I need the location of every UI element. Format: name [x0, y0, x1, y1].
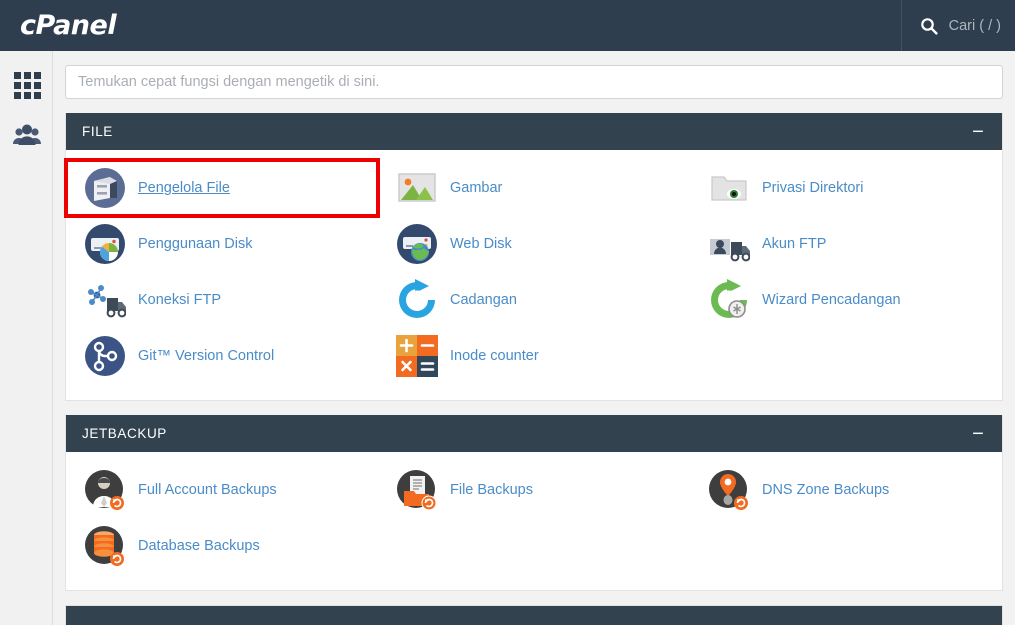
sidebar-item-apps[interactable]	[0, 60, 53, 110]
item-row: Koneksi FTP Cadangan Wizard Pencadangan	[66, 272, 1002, 328]
app-item-inode-counter[interactable]: Inode counter	[378, 328, 690, 384]
database-backup-icon	[84, 525, 126, 567]
item-row: Full Account Backups File Backups DNS Zone…	[66, 462, 1002, 518]
search-input[interactable]	[65, 65, 1003, 99]
panel-header[interactable]: JETBACKUP −	[66, 415, 1002, 452]
app-item-akun-ftp[interactable]: Akun FTP	[690, 216, 1002, 272]
app-item-label: Wizard Pencadangan	[761, 291, 901, 308]
app-item-koneksi-ftp[interactable]: Koneksi FTP	[66, 272, 378, 328]
panel-collapse-toggle[interactable]: −	[970, 424, 986, 444]
file-cabinet-icon	[84, 167, 126, 209]
app-item-database-backups[interactable]: Database Backups	[66, 518, 378, 574]
cpanel-logo[interactable]: cPanel	[20, 10, 117, 41]
git-branch-icon	[84, 335, 126, 377]
item-spacer	[690, 328, 1002, 384]
app-item-label: Penggunaan Disk	[138, 235, 253, 252]
app-item-web-disk[interactable]: Web Disk	[378, 216, 690, 272]
sidebar-item-user-manager[interactable]	[0, 110, 53, 160]
app-item-label: Pengelola File	[138, 179, 230, 196]
app-item-label: Akun FTP	[761, 235, 827, 252]
web-disk-icon	[396, 223, 438, 265]
app-item-wizard-pencadangan[interactable]: Wizard Pencadangan	[690, 272, 1002, 328]
top-header-bar: cPanel Cari ( / )	[0, 0, 1015, 51]
panel-header[interactable]: FILE −	[66, 113, 1002, 150]
disk-usage-icon	[84, 223, 126, 265]
app-item-label: File Backups	[449, 481, 533, 498]
panel-body: Pengelola File Gambar Privasi Direktori Pen…	[64, 150, 1002, 400]
app-item-cadangan[interactable]: Cadangan	[378, 272, 690, 328]
global-search-button[interactable]: Cari ( / )	[900, 0, 1015, 51]
item-spacer	[378, 518, 690, 574]
item-row: Git™ Version Control Inode counter	[66, 328, 1002, 384]
app-item-label: Gambar	[449, 179, 503, 196]
sections-host: FILE − Pengelola File Gambar Privasi Direkto…	[53, 113, 1015, 591]
users-icon	[12, 123, 42, 147]
global-search-label: Cari ( / )	[948, 17, 1001, 34]
app-item-label: Web Disk	[449, 235, 512, 252]
app-item-gambar[interactable]: Gambar	[378, 160, 690, 216]
app-item-label: DNS Zone Backups	[761, 481, 890, 498]
backup-wizard-icon	[708, 279, 750, 321]
app-item-label: Inode counter	[449, 347, 539, 364]
app-item-privasi-direktori[interactable]: Privasi Direktori	[690, 160, 1002, 216]
app-item-label: Cadangan	[449, 291, 517, 308]
calculator-icon	[395, 335, 438, 377]
grid-apps-icon	[13, 72, 41, 99]
app-item-label: Git™ Version Control	[138, 347, 275, 364]
panel-collapse-toggle[interactable]: −	[970, 122, 986, 142]
next-section-header-partial	[65, 605, 1003, 625]
panel-body: Full Account Backups File Backups DNS Zone…	[66, 452, 1002, 590]
panel-jetbackup: JETBACKUP − Full Account Backups File Backu…	[65, 415, 1003, 591]
app-item-label: Database Backups	[138, 537, 260, 554]
quick-search-wrapper	[53, 51, 1015, 99]
app-item-label: Koneksi FTP	[138, 291, 221, 308]
main-content-area: FILE − Pengelola File Gambar Privasi Direkto…	[53, 51, 1015, 625]
app-item-penggunaan-disk[interactable]: Penggunaan Disk	[66, 216, 378, 272]
image-icon	[396, 167, 438, 209]
app-item-git-version-control[interactable]: Git™ Version Control	[66, 328, 378, 384]
item-row: Penggunaan Disk Web Disk Akun FTP	[66, 216, 1002, 272]
item-row: Pengelola File Gambar Privasi Direktori	[64, 158, 1002, 218]
app-item-file-backups[interactable]: File Backups	[378, 462, 690, 518]
ftp-account-icon	[708, 223, 750, 265]
item-row: Database Backups	[66, 518, 1002, 574]
left-sidebar-rail	[0, 51, 53, 625]
panel-file: FILE − Pengelola File Gambar Privasi Direkto…	[64, 113, 1003, 401]
search-icon	[920, 17, 938, 35]
app-item-full-account-backups[interactable]: Full Account Backups	[66, 462, 378, 518]
ftp-connection-icon	[84, 279, 126, 321]
panel-title: JETBACKUP	[82, 426, 167, 441]
backup-clock-icon	[396, 279, 438, 321]
app-item-dns-zone-backups[interactable]: DNS Zone Backups	[690, 462, 1002, 518]
dns-pin-backup-icon	[708, 469, 750, 511]
folder-eye-icon	[708, 167, 750, 209]
file-backup-icon	[396, 469, 438, 511]
person-backup-icon	[84, 469, 126, 511]
app-item-label: Privasi Direktori	[761, 179, 864, 196]
app-item-pengelola-file[interactable]: Pengelola File	[64, 158, 380, 218]
app-item-label: Full Account Backups	[138, 481, 277, 498]
panel-title: FILE	[82, 124, 113, 139]
item-spacer	[690, 518, 1002, 574]
